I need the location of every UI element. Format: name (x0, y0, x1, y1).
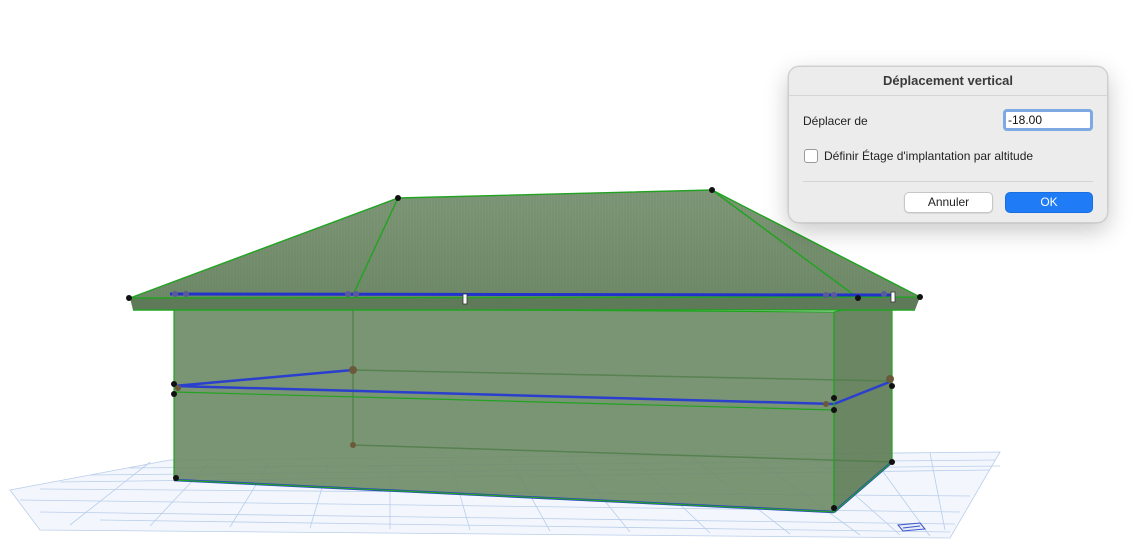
move-by-label: Déplacer de (803, 114, 868, 128)
move-by-input[interactable] (1003, 109, 1093, 131)
altitude-checkbox-label[interactable]: Définir Étage d'implantation par altitud… (824, 149, 1033, 163)
vertical-move-dialog: Déplacement vertical Déplacer de Définir… (788, 66, 1108, 223)
altitude-checkbox[interactable] (804, 149, 818, 163)
ok-button[interactable]: OK (1005, 192, 1093, 213)
nav-cube-icon[interactable] (897, 522, 926, 532)
building-model[interactable] (126, 187, 923, 514)
dialog-title: Déplacement vertical (882, 73, 1014, 88)
button-divider (803, 181, 1093, 182)
cancel-button[interactable]: Annuler (904, 192, 993, 213)
title-divider (789, 95, 1107, 96)
